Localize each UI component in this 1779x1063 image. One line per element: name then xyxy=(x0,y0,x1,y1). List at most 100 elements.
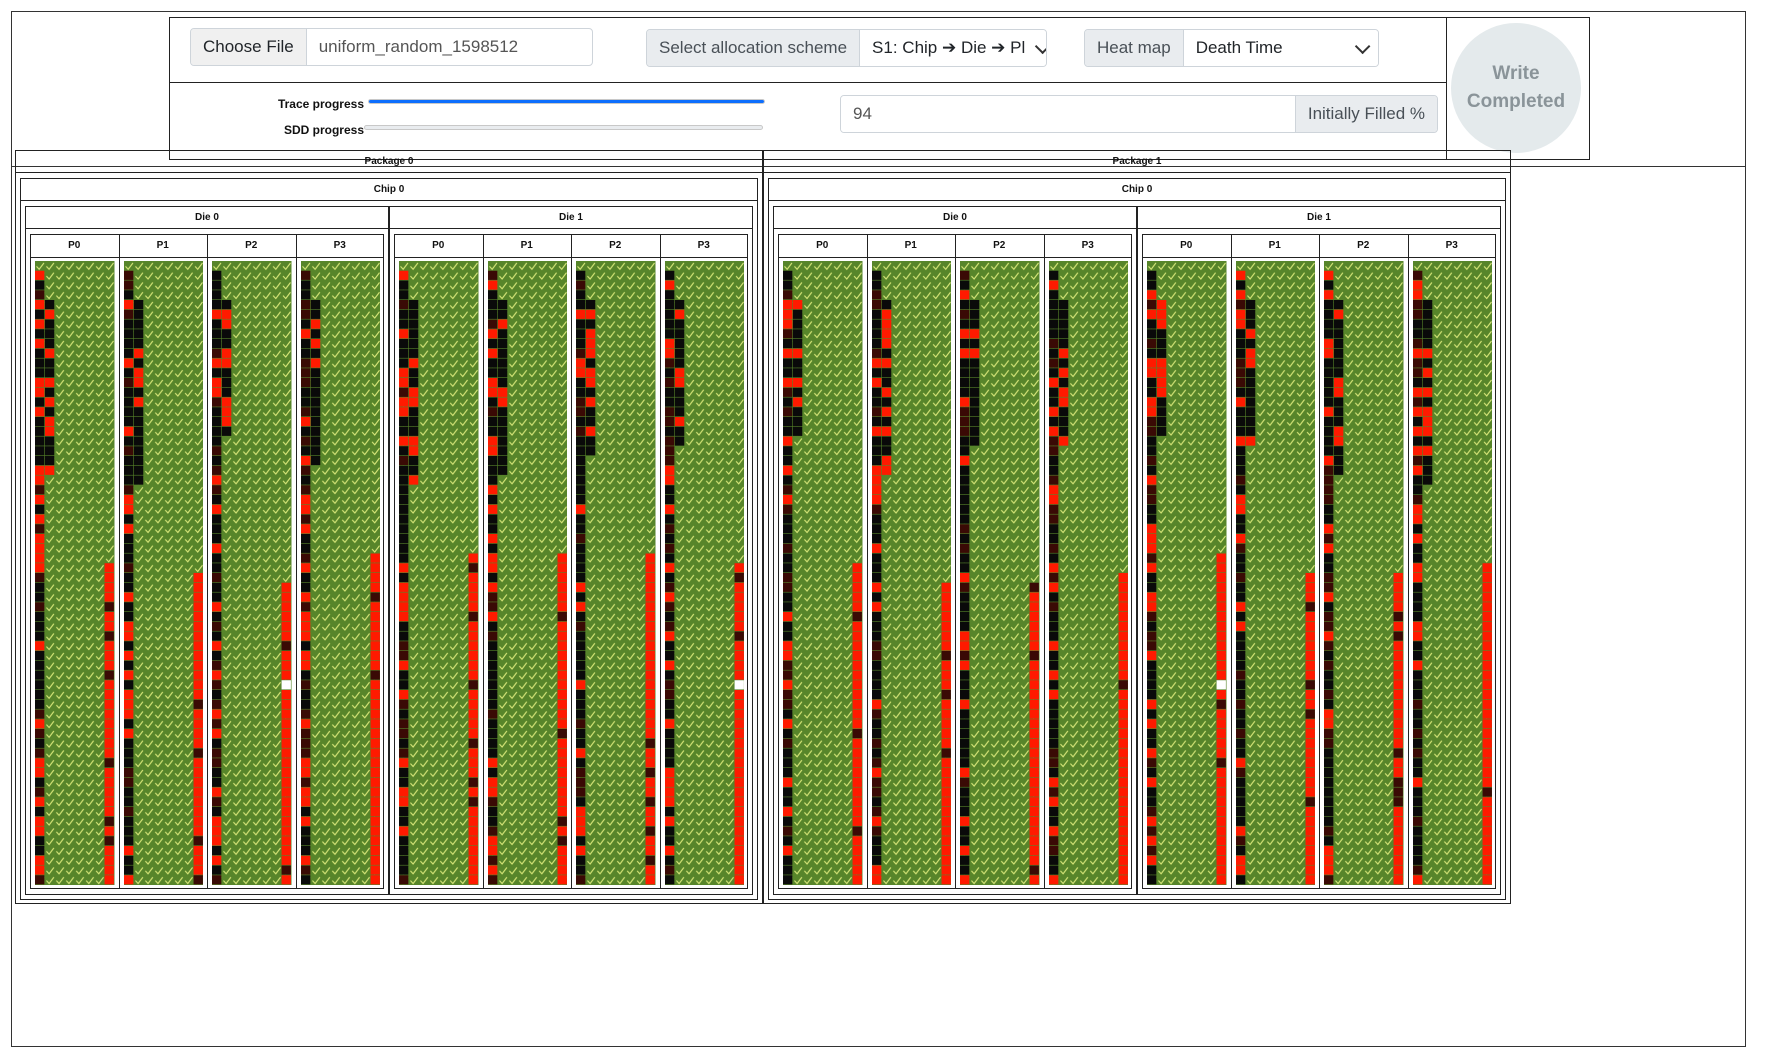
page-cell xyxy=(576,729,586,739)
page-cell xyxy=(1245,397,1255,407)
page-cell xyxy=(212,543,222,553)
page-cell xyxy=(300,339,310,349)
page-cell xyxy=(468,573,478,583)
page-cell xyxy=(645,602,655,612)
page-cell xyxy=(1058,319,1068,329)
page-cell xyxy=(783,553,793,563)
page-cell xyxy=(1412,485,1422,495)
page-cell xyxy=(1147,397,1157,407)
page-cell xyxy=(212,582,222,592)
page-cell xyxy=(123,787,133,797)
page-cell xyxy=(1029,719,1039,729)
page-cell xyxy=(399,329,409,339)
page-cell xyxy=(1393,758,1403,768)
page-cell xyxy=(1422,309,1432,319)
page-cell xyxy=(104,651,114,661)
page-cell xyxy=(881,387,891,397)
page-cell xyxy=(35,514,45,524)
page-cell xyxy=(960,709,970,719)
page-cell xyxy=(1482,582,1492,592)
page-cell xyxy=(1048,758,1058,768)
page-cell xyxy=(960,485,970,495)
page-cell xyxy=(734,797,744,807)
page-cell xyxy=(281,836,291,846)
page-cell xyxy=(783,846,793,856)
page-cell xyxy=(1333,339,1344,349)
sdd-progress-bar xyxy=(364,125,763,130)
page-cell xyxy=(1482,573,1492,583)
page-cell xyxy=(1482,612,1492,622)
page-cell xyxy=(585,378,596,388)
page-cell xyxy=(1118,758,1128,768)
page-cell xyxy=(468,699,478,709)
page-cell xyxy=(212,456,222,466)
page-cell xyxy=(221,319,232,329)
page-cell xyxy=(1305,670,1315,680)
heatmap-select[interactable]: Death Time xyxy=(1183,30,1378,66)
page-cell xyxy=(281,699,291,709)
page-cell xyxy=(1118,690,1128,700)
page-cell xyxy=(734,670,744,680)
page-cell xyxy=(1147,670,1157,680)
allocation-scheme-select[interactable]: S1: Chip ➔ Die ➔ Pl xyxy=(860,30,1046,66)
page-cell xyxy=(1324,592,1334,602)
page-cell xyxy=(1235,504,1245,514)
page-cell xyxy=(1147,758,1157,768)
page-cell xyxy=(734,573,744,583)
page-cell xyxy=(104,875,114,885)
page-cell xyxy=(1029,875,1039,885)
page-cell xyxy=(487,612,497,622)
chip-header-divider xyxy=(768,200,1506,201)
choose-file-button[interactable]: Choose File xyxy=(191,29,307,65)
page-cell xyxy=(585,387,596,397)
page-cell xyxy=(960,309,970,319)
page-cell xyxy=(664,495,674,505)
page-cell xyxy=(557,573,567,583)
page-cell xyxy=(212,846,222,856)
page-cell xyxy=(1216,631,1226,641)
page-cell xyxy=(734,836,744,846)
page-cell xyxy=(1029,621,1039,631)
page-cell xyxy=(1216,816,1226,826)
page-cell xyxy=(734,680,744,690)
page-cell xyxy=(1048,709,1058,719)
page-cell xyxy=(557,816,567,826)
page-cell xyxy=(281,875,291,885)
page-cell xyxy=(399,787,409,797)
page-cell xyxy=(557,563,567,573)
page-cell xyxy=(871,855,881,865)
page-cell xyxy=(664,475,674,485)
page-cell xyxy=(468,621,478,631)
page-cell xyxy=(497,368,507,378)
page-cell xyxy=(1029,787,1039,797)
page-cell xyxy=(1305,855,1315,865)
page-cell xyxy=(487,602,497,612)
page-cell xyxy=(300,426,310,436)
page-cell xyxy=(1324,855,1334,865)
page-cell xyxy=(576,768,586,778)
initially-filled-input[interactable]: 94 xyxy=(841,96,1296,132)
page-cell xyxy=(871,865,881,875)
page-cell xyxy=(576,456,586,466)
block-grid xyxy=(1048,261,1128,885)
page-cell xyxy=(941,709,951,719)
page-cell xyxy=(960,280,970,290)
page-cell xyxy=(1393,670,1403,680)
page-cell xyxy=(104,563,114,573)
plane-label: P2 xyxy=(609,240,622,251)
page-cell xyxy=(487,514,497,524)
page-cell xyxy=(576,651,586,661)
page-cell xyxy=(1245,309,1255,319)
page-cell xyxy=(969,436,980,446)
page-cell xyxy=(35,846,45,856)
page-cell xyxy=(664,407,674,417)
file-input[interactable]: Choose File uniform_random_1598512 xyxy=(190,28,593,66)
page-cell xyxy=(783,582,793,592)
page-cell xyxy=(1235,699,1245,709)
page-cell xyxy=(193,846,203,856)
page-cell xyxy=(193,621,203,631)
page-cell xyxy=(1118,670,1128,680)
page-cell xyxy=(664,300,674,310)
page-cell xyxy=(871,290,881,300)
page-cell xyxy=(1482,602,1492,612)
